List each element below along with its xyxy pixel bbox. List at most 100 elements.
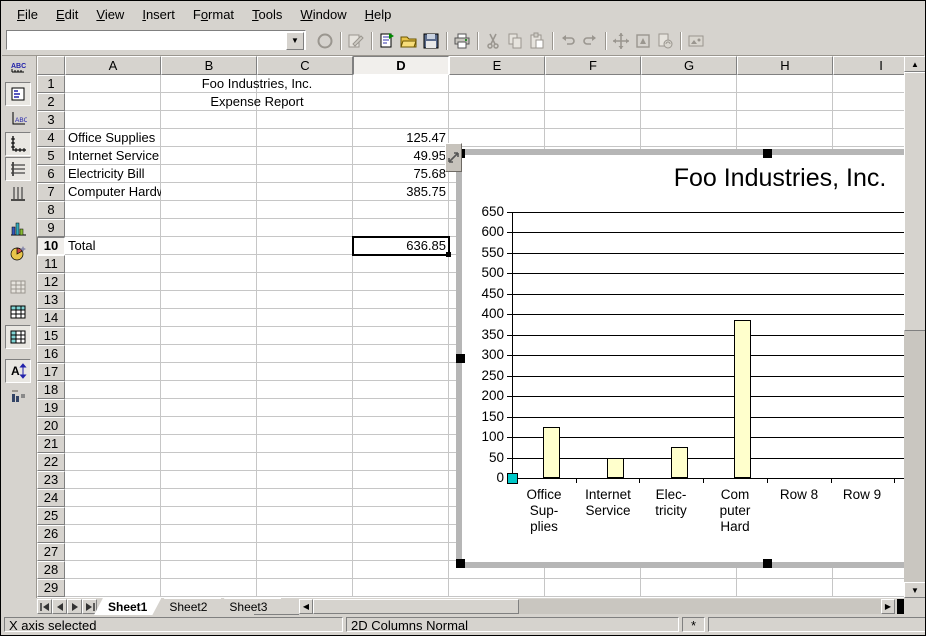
sheet-tab-sheet2[interactable]: Sheet2 — [155, 598, 221, 615]
embedded-chart[interactable]: Foo Industries, Inc. 0501001502002503003… — [456, 149, 904, 568]
row-header-8[interactable]: 8 — [37, 201, 65, 219]
show-axes-icon[interactable] — [5, 132, 31, 156]
y-axis-line[interactable] — [512, 212, 513, 479]
chart-title[interactable]: Foo Industries, Inc. — [674, 164, 887, 193]
column-header-I[interactable]: I — [833, 56, 904, 75]
row-header-4[interactable]: 4 — [37, 129, 65, 147]
menu-item-help[interactable]: Help — [356, 4, 401, 25]
column-header-B[interactable]: B — [161, 56, 257, 75]
url-combobox[interactable]: ▼ — [6, 30, 306, 50]
column-header-H[interactable]: H — [737, 56, 833, 75]
chart-type-icon[interactable] — [5, 216, 31, 240]
horizontal-grid-icon[interactable] — [5, 157, 31, 181]
chevron-down-icon[interactable]: ▼ — [286, 32, 304, 50]
open-icon[interactable] — [398, 30, 420, 52]
fill-handle[interactable] — [446, 252, 451, 257]
cell-A7[interactable]: Computer Hardware — [65, 183, 161, 201]
sheet-last-button[interactable] — [82, 599, 97, 614]
row-header-19[interactable]: 19 — [37, 399, 65, 417]
row-header-17[interactable]: 17 — [37, 363, 65, 381]
row-header-16[interactable]: 16 — [37, 345, 65, 363]
vertical-grid-icon[interactable] — [5, 182, 31, 206]
bar-1[interactable] — [543, 427, 560, 478]
row-header-15[interactable]: 15 — [37, 327, 65, 345]
cell-A5[interactable]: Internet Service — [65, 147, 161, 165]
spreadsheet-grid[interactable]: ABCDEFGHI 123456789101112131415161718192… — [37, 56, 904, 598]
row-header-23[interactable]: 23 — [37, 471, 65, 489]
row-header-20[interactable]: 20 — [37, 417, 65, 435]
object-handle-bottom-left[interactable] — [456, 559, 465, 568]
object-handle-top-middle[interactable] — [763, 149, 772, 158]
column-header-A[interactable]: A — [65, 56, 161, 75]
row-header-2[interactable]: 2 — [37, 93, 65, 111]
menu-item-format[interactable]: Format — [184, 4, 243, 25]
axes-titles-icon[interactable]: ABC — [5, 107, 31, 131]
row-header-28[interactable]: 28 — [37, 561, 65, 579]
hscroll-left-button[interactable]: ◀ — [299, 599, 313, 614]
row-header-13[interactable]: 13 — [37, 291, 65, 309]
row-header-9[interactable]: 9 — [37, 219, 65, 237]
row-header-11[interactable]: 11 — [37, 255, 65, 273]
object-handle-middle-left[interactable] — [456, 354, 465, 363]
vscroll-thumb[interactable] — [904, 72, 926, 331]
row-header-5[interactable]: 5 — [37, 147, 65, 165]
row-header-3[interactable]: 3 — [37, 111, 65, 129]
data-in-columns-icon[interactable] — [5, 325, 31, 349]
reorganize-chart-icon[interactable] — [5, 384, 31, 408]
sheet-first-button[interactable] — [37, 599, 52, 614]
cell-D7[interactable]: 385.75 — [353, 183, 449, 201]
row-header-18[interactable]: 18 — [37, 381, 65, 399]
bar-3[interactable] — [671, 447, 688, 478]
scroll-down-button[interactable]: ▼ — [904, 582, 926, 598]
cell-A10[interactable]: Total — [65, 237, 161, 255]
scroll-up-button[interactable]: ▲ — [904, 56, 926, 72]
hscroll-right-button[interactable]: ▶ — [881, 599, 895, 614]
column-header-E[interactable]: E — [449, 56, 545, 75]
menu-item-window[interactable]: Window — [291, 4, 355, 25]
row-header-29[interactable]: 29 — [37, 579, 65, 597]
hscroll-thumb[interactable] — [313, 599, 519, 614]
row-header-22[interactable]: 22 — [37, 453, 65, 471]
cell-B2[interactable]: Expense Report — [161, 93, 353, 111]
new-document-icon[interactable] — [376, 30, 398, 52]
row-header-1[interactable]: 1 — [37, 75, 65, 93]
cell-D6[interactable]: 75.68 — [353, 165, 449, 183]
sheet-prev-button[interactable] — [52, 599, 67, 614]
menu-item-insert[interactable]: Insert — [133, 4, 184, 25]
chart-titles-icon[interactable]: ABC — [5, 57, 31, 81]
column-header-F[interactable]: F — [545, 56, 641, 75]
row-header-7[interactable]: 7 — [37, 183, 65, 201]
vertical-scrollbar[interactable]: ▲ ▼ — [904, 56, 926, 598]
row-header-14[interactable]: 14 — [37, 309, 65, 327]
row-header-12[interactable]: 12 — [37, 273, 65, 291]
menu-item-tools[interactable]: Tools — [243, 4, 291, 25]
window-splitter-handle[interactable] — [897, 599, 904, 614]
row-header-25[interactable]: 25 — [37, 507, 65, 525]
column-header-G[interactable]: G — [641, 56, 737, 75]
bar-4[interactable] — [734, 320, 751, 478]
print-icon[interactable] — [451, 30, 473, 52]
chart-legend-icon[interactable] — [5, 82, 31, 106]
menu-item-view[interactable]: View — [87, 4, 133, 25]
sheet-next-button[interactable] — [67, 599, 82, 614]
row-header-10[interactable]: 10 — [37, 237, 65, 255]
cell-A4[interactable]: Office Supplies — [65, 129, 161, 147]
row-header-21[interactable]: 21 — [37, 435, 65, 453]
column-header-C[interactable]: C — [257, 56, 353, 75]
data-in-rows-icon[interactable] — [5, 300, 31, 324]
chart-autoformat-icon[interactable] — [5, 241, 31, 265]
row-header-6[interactable]: 6 — [37, 165, 65, 183]
scale-text-icon[interactable]: A — [5, 359, 31, 383]
save-icon[interactable] — [420, 30, 442, 52]
cell-D5[interactable]: 49.95 — [353, 147, 449, 165]
column-header-D[interactable]: D — [353, 56, 449, 75]
menu-item-edit[interactable]: Edit — [47, 4, 87, 25]
cell-A6[interactable]: Electricity Bill — [65, 165, 161, 183]
cell-B1[interactable]: Foo Industries, Inc. — [161, 75, 353, 93]
object-handle-bottom-middle[interactable] — [763, 559, 772, 568]
cell-D4[interactable]: 125.47 — [353, 129, 449, 147]
bar-2[interactable] — [607, 458, 624, 478]
select-all-corner[interactable] — [37, 56, 65, 75]
axis-selection-handle[interactable] — [507, 473, 518, 484]
row-header-24[interactable]: 24 — [37, 489, 65, 507]
